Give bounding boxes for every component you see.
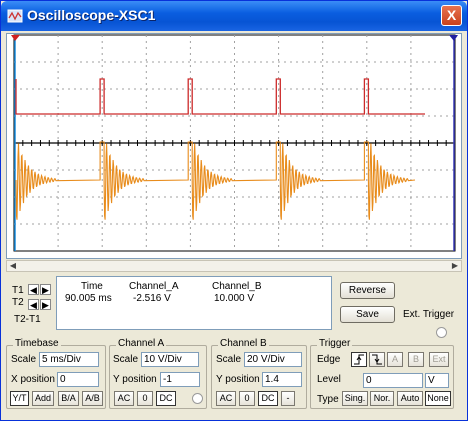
channel-a-scale-field[interactable]: 10 V/Div	[141, 352, 199, 367]
channel-a-scale-label: Scale	[113, 354, 139, 365]
scope-screen[interactable]	[6, 33, 462, 259]
trigger-source-ext-button[interactable]: Ext	[429, 352, 449, 367]
timebase-scale-label: Scale	[11, 354, 37, 365]
trigger-normal-button[interactable]: Nor.	[370, 391, 394, 406]
measurement-panel: T1 ◀ ▶ T2 ◀ ▶ T2-T1 Time Channel_A Chann…	[6, 275, 462, 339]
header-time: Time	[81, 281, 103, 292]
header-channel-b: Channel_B	[212, 281, 262, 292]
ext-trigger-terminal[interactable]	[436, 327, 447, 338]
close-icon: X	[446, 7, 457, 23]
horizontal-scrollbar[interactable]: ◀ ▶	[6, 260, 462, 272]
header-channel-a: Channel_A	[129, 281, 179, 292]
channel-a-group: Channel A Scale 10 V/Div Y position -1 A…	[109, 338, 207, 409]
t2t1-label: T2-T1	[14, 314, 41, 325]
trigger-source-b-button[interactable]: B	[408, 352, 424, 367]
readout-time-value: 90.005 ms	[65, 293, 112, 304]
readout-channel-a-value: -2.516 V	[133, 293, 171, 304]
channel-a-0-button[interactable]: 0	[137, 391, 153, 406]
rising-edge-icon[interactable]	[351, 352, 367, 367]
trigger-none-button[interactable]: None	[425, 391, 451, 406]
trigger-edge-label: Edge	[317, 354, 341, 365]
ext-trigger-label: Ext. Trigger	[403, 309, 455, 320]
channel-a-ac-button[interactable]: AC	[114, 391, 134, 406]
channel-b-ypos-label: Y position	[216, 374, 260, 385]
trigger-type-label: Type	[317, 394, 339, 405]
timebase-title: Timebase	[13, 338, 61, 349]
trigger-single-button[interactable]: Sing.	[342, 391, 368, 406]
channel-a-title: Channel A	[116, 338, 167, 349]
scroll-right-icon[interactable]: ▶	[449, 261, 461, 271]
channel-b-ac-button[interactable]: AC	[216, 391, 236, 406]
trigger-level-unit-select[interactable]: V	[425, 373, 449, 388]
scroll-left-icon[interactable]: ◀	[7, 261, 19, 271]
x-position-field[interactable]: 0	[57, 372, 99, 387]
trigger-auto-button[interactable]: Auto	[397, 391, 423, 406]
title-bar[interactable]: Oscilloscope-XSC1 X	[1, 1, 467, 31]
falling-edge-icon[interactable]	[369, 352, 385, 367]
channel-b-0-button[interactable]: 0	[239, 391, 255, 406]
trigger-source-a-button[interactable]: A	[387, 352, 403, 367]
channel-a-ypos-label: Y position	[113, 374, 157, 385]
timebase-scale-field[interactable]: 5 ms/Div	[39, 352, 99, 367]
channel-b-ypos-field[interactable]: 1.4	[262, 372, 302, 387]
channel-b-dc-button[interactable]: DC	[258, 391, 278, 406]
trigger-title: Trigger	[317, 338, 353, 349]
channel-b-group: Channel B Scale 20 V/Div Y position 1.4 …	[211, 338, 307, 409]
mode-add-button[interactable]: Add	[32, 391, 54, 406]
trigger-group: Trigger Edge A B Ext Level 0 V Type Sing…	[310, 338, 454, 409]
reverse-button[interactable]: Reverse	[340, 282, 395, 299]
scope-display	[11, 34, 458, 252]
channel-b-title: Channel B	[218, 338, 269, 349]
cursor-readout: Time Channel_A Channel_B 90.005 ms -2.51…	[56, 276, 332, 330]
t1-left-arrow-icon[interactable]: ◀	[28, 284, 39, 295]
channel-b-minus-button[interactable]: -	[281, 391, 295, 406]
window-title: Oscilloscope-XSC1	[27, 7, 156, 23]
readout-channel-b-value: 10.000 V	[214, 293, 255, 304]
mode-ab-button[interactable]: A/B	[82, 391, 103, 406]
channel-b-scale-field[interactable]: 20 V/Div	[244, 352, 302, 367]
channel-a-dc-button[interactable]: DC	[156, 391, 176, 406]
t2-label: T2	[12, 297, 24, 308]
mode-ba-button[interactable]: B/A	[58, 391, 79, 406]
channel-b-scale-label: Scale	[216, 354, 242, 365]
trigger-level-label: Level	[317, 374, 341, 385]
t2-right-arrow-icon[interactable]: ▶	[40, 299, 51, 310]
channel-a-ypos-field[interactable]: -1	[160, 372, 200, 387]
channel-a-terminal[interactable]	[192, 393, 203, 404]
t1-right-arrow-icon[interactable]: ▶	[40, 284, 51, 295]
x-position-label: X position	[11, 374, 55, 385]
close-button[interactable]: X	[441, 5, 462, 26]
trigger-level-field[interactable]: 0	[363, 373, 423, 388]
mode-yt-button[interactable]: Y/T	[10, 391, 29, 406]
t1-label: T1	[12, 285, 24, 296]
oscilloscope-icon	[7, 9, 23, 23]
timebase-group: Timebase Scale 5 ms/Div X position 0 Y/T…	[6, 338, 106, 409]
save-button[interactable]: Save	[340, 306, 395, 323]
t2-left-arrow-icon[interactable]: ◀	[28, 299, 39, 310]
oscilloscope-window: Oscilloscope-XSC1 X ◀ ▶ T1 ◀ ▶ T2 ◀ ▶ T2…	[0, 0, 468, 421]
